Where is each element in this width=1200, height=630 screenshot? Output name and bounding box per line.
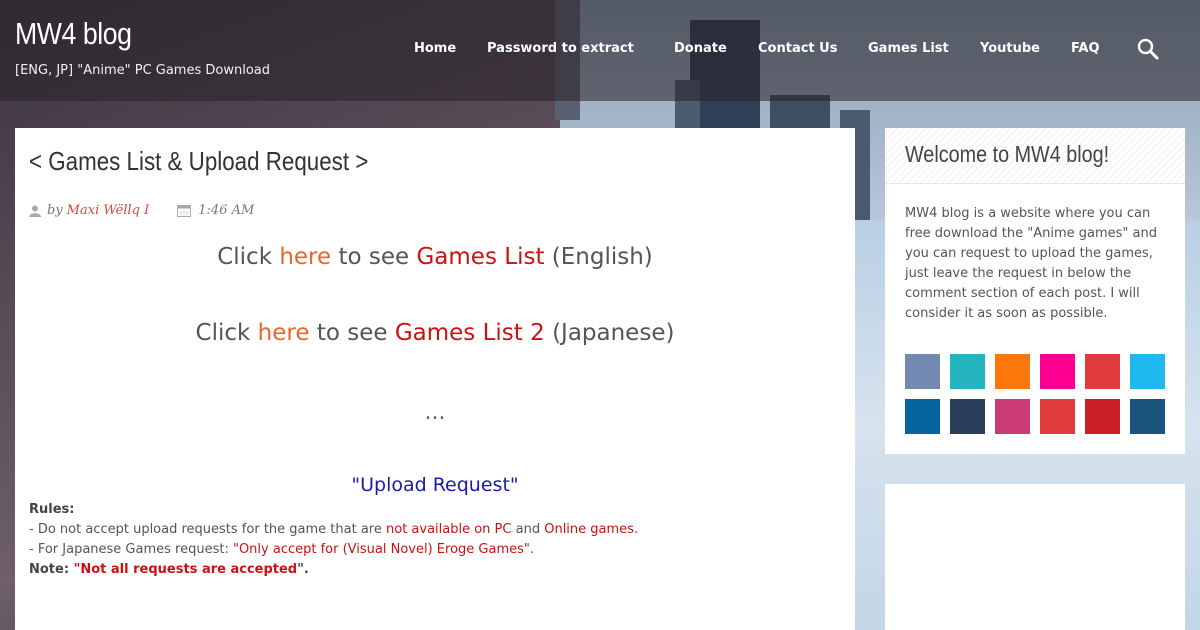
to-see-text: to see: [316, 320, 388, 346]
social-button[interactable]: [905, 354, 940, 389]
games-list-line-english: Click here to see Games List (English): [15, 244, 855, 270]
search-icon[interactable]: [1137, 38, 1159, 60]
user-icon: [29, 205, 41, 217]
rules-note: Note: "Not all requests are accepted".: [29, 562, 309, 577]
nav-item-faq[interactable]: FAQ: [1071, 41, 1100, 56]
social-button[interactable]: [1130, 354, 1165, 389]
post-content: < Games List & Upload Request > by Maxi …: [15, 128, 855, 630]
nav-item-games-list[interactable]: Games List: [868, 41, 949, 56]
social-button[interactable]: [1130, 399, 1165, 434]
social-button[interactable]: [1085, 399, 1120, 434]
click-text: Click: [217, 244, 273, 270]
to-see-text: to see: [338, 244, 410, 270]
rule-2: - For Japanese Games request: "Only acce…: [29, 542, 535, 557]
social-button[interactable]: [995, 399, 1030, 434]
nav-item-youtube[interactable]: Youtube: [980, 41, 1040, 56]
lang-english: (English): [551, 244, 653, 270]
here-link-japanese[interactable]: here: [258, 320, 310, 346]
nav-item-contact[interactable]: Contact Us: [758, 41, 837, 56]
here-link-english[interactable]: here: [279, 244, 331, 270]
welcome-widget: Welcome to MW4 blog! MW4 blog is a websi…: [885, 128, 1185, 454]
calendar-icon: [177, 205, 192, 217]
nav-item-home[interactable]: Home: [414, 41, 456, 56]
social-button[interactable]: [1040, 354, 1075, 389]
main-nav: Home Password to extract Donate Contact …: [0, 41, 1200, 61]
rules-heading: Rules:: [29, 502, 75, 517]
post-time: 1:46 AM: [198, 203, 255, 218]
site-header: MW4 blog [ENG, JP] "Anime" PC Games Down…: [0, 0, 1200, 101]
post-title: < Games List & Upload Request >: [29, 146, 369, 176]
lang-japanese: (Japanese): [552, 320, 675, 346]
nav-item-donate[interactable]: Donate: [674, 41, 727, 56]
meta-by: by: [47, 203, 63, 218]
games-list-link[interactable]: Games List: [416, 244, 544, 270]
upload-request-heading: "Upload Request": [351, 474, 519, 496]
rule-1: - Do not accept upload requests for the …: [29, 522, 639, 537]
social-button[interactable]: [950, 354, 985, 389]
rules-block: Rules: - Do not accept upload requests f…: [29, 500, 638, 580]
games-list-line-japanese: Click here to see Games List 2 (Japanese…: [15, 320, 855, 346]
social-button[interactable]: [1085, 354, 1120, 389]
nav-item-password[interactable]: Password to extract: [487, 41, 634, 56]
social-button[interactable]: [905, 399, 940, 434]
site-description: [ENG, JP] "Anime" PC Games Download: [15, 63, 270, 78]
ellipsis: ...: [424, 400, 446, 425]
author-link[interactable]: Maxi Wëllq I: [67, 203, 150, 218]
post-meta: by Maxi Wëllq I 1:46 AM: [29, 203, 254, 218]
widget-title: Welcome to MW4 blog!: [905, 141, 1110, 167]
social-button[interactable]: [950, 399, 985, 434]
click-text: Click: [195, 320, 251, 346]
social-button[interactable]: [995, 354, 1030, 389]
social-button[interactable]: [1040, 399, 1075, 434]
widget-text: MW4 blog is a website where you can free…: [905, 206, 1157, 321]
sidebar-widget-2: [885, 484, 1185, 630]
games-list-2-link[interactable]: Games List 2: [395, 320, 545, 346]
